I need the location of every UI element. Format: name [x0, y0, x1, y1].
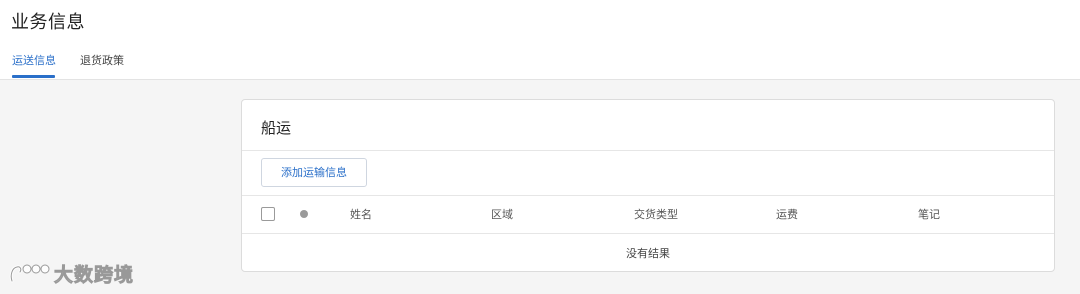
divider: [242, 233, 1054, 234]
divider: [242, 150, 1054, 151]
status-dot-icon: [300, 210, 308, 218]
shipping-card: 船运 添加运输信息 姓名 区域 交货类型 运费 笔记 没有结果: [241, 99, 1055, 272]
column-header-region[interactable]: 区域: [491, 206, 513, 222]
column-header-name[interactable]: 姓名: [350, 206, 372, 222]
watermark: 大数跨境: [8, 259, 134, 287]
divider: [242, 195, 1054, 196]
dashuju-logo-icon: [9, 264, 50, 283]
select-all-checkbox[interactable]: [261, 207, 275, 221]
column-header-delivery-type[interactable]: 交货类型: [634, 206, 678, 222]
tab-return-policy[interactable]: 退货政策: [80, 52, 124, 68]
shipping-card-title: 船运: [261, 119, 292, 137]
page-header: 业务信息 运送信息 退货政策: [0, 0, 1080, 80]
watermark-text: 大数跨境: [54, 263, 135, 286]
column-header-shipping-fee[interactable]: 运费: [776, 206, 798, 222]
empty-state-message: 没有结果: [626, 247, 670, 260]
tab-shipping-info[interactable]: 运送信息: [12, 52, 56, 68]
column-header-notes[interactable]: 笔记: [918, 206, 940, 222]
page-title: 业务信息: [11, 12, 85, 33]
add-shipping-info-button[interactable]: 添加运输信息: [261, 158, 367, 187]
active-tab-indicator: [12, 75, 55, 78]
